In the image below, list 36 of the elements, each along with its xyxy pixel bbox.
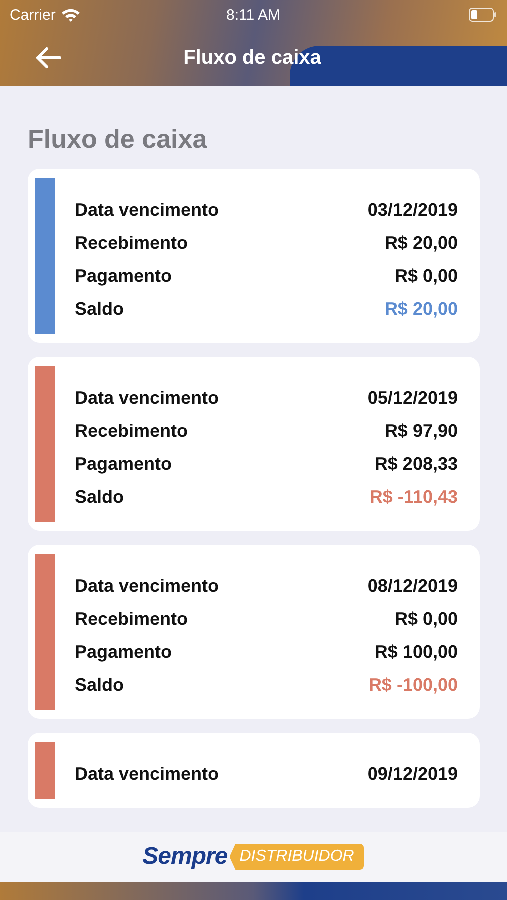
row-label: Saldo bbox=[75, 675, 124, 696]
battery-icon bbox=[468, 8, 497, 22]
wifi-icon bbox=[60, 8, 81, 22]
row-label: Recebimento bbox=[75, 609, 188, 630]
row-label: Pagamento bbox=[75, 642, 172, 663]
back-arrow-icon bbox=[34, 46, 62, 70]
row-label: Data vencimento bbox=[75, 200, 220, 221]
row-label: Saldo bbox=[75, 487, 124, 508]
row-value: R$ 20,00 bbox=[384, 233, 458, 254]
row-label: Data vencimento bbox=[75, 576, 220, 597]
row-value: R$ 208,33 bbox=[374, 454, 458, 475]
row-label: Recebimento bbox=[75, 421, 188, 442]
carrier-label: Carrier bbox=[10, 6, 56, 24]
row-value: 08/12/2019 bbox=[368, 576, 458, 597]
row-value: R$ -100,00 bbox=[368, 675, 458, 696]
status-time: 8:11 AM bbox=[226, 6, 282, 24]
nav-title: Fluxo de caixa bbox=[182, 46, 322, 70]
brand-logo: Sempre bbox=[142, 843, 228, 871]
row-value: R$ 0,00 bbox=[394, 266, 458, 287]
page-title: Fluxo de caixa bbox=[28, 124, 208, 155]
row-value: 03/12/2019 bbox=[368, 200, 458, 221]
row-value: R$ 100,00 bbox=[374, 642, 458, 663]
row-label: Recebimento bbox=[75, 233, 188, 254]
row-value: 09/12/2019 bbox=[368, 764, 458, 785]
row-label: Data vencimento bbox=[75, 388, 220, 409]
row-value: 05/12/2019 bbox=[368, 388, 458, 409]
row-value: R$ 20,00 bbox=[384, 299, 458, 320]
back-button[interactable] bbox=[34, 46, 62, 70]
row-value: R$ 97,90 bbox=[384, 421, 458, 442]
row-label: Pagamento bbox=[75, 454, 172, 475]
brand-tag: DISTRIBUIDOR bbox=[230, 844, 364, 870]
row-label: Pagamento bbox=[75, 266, 172, 287]
row-label: Data vencimento bbox=[75, 764, 220, 785]
row-value: R$ 0,00 bbox=[394, 609, 458, 630]
row-label: Saldo bbox=[75, 299, 124, 320]
row-value: R$ -110,43 bbox=[370, 487, 458, 508]
